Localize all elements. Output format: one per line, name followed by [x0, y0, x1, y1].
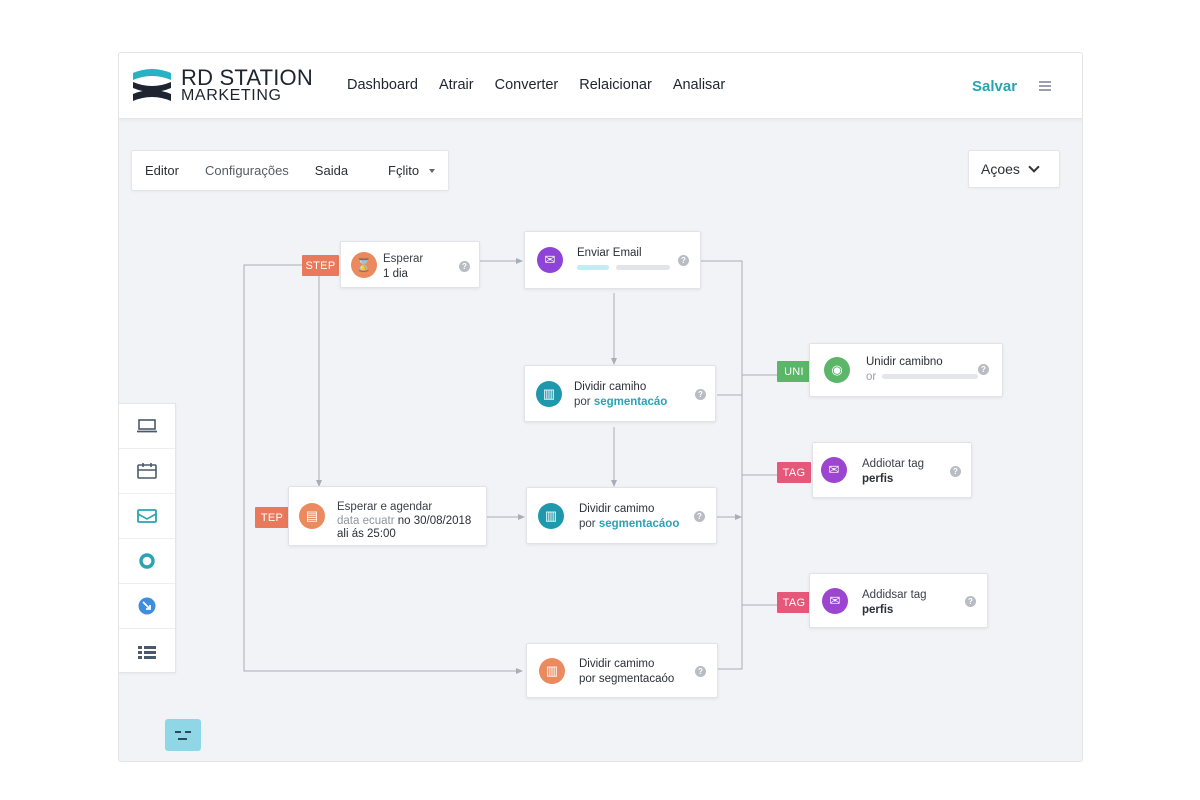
tool-grid[interactable]	[119, 629, 175, 674]
app-window: RD STATION MARKETING Dashboard Atrair Co…	[118, 52, 1083, 762]
node-split-2[interactable]: ▥ Dividir camimo por segmentacáoo ?	[526, 487, 717, 544]
help-icon[interactable]: ?	[678, 255, 689, 266]
tag2-line1: Addidsar tag	[862, 589, 927, 601]
help-icon[interactable]: ?	[950, 466, 961, 477]
book-icon: ▥	[538, 502, 564, 529]
split1-line2b: segmentacáo	[593, 396, 668, 408]
schedule-line2b: no 30/08/2018	[397, 515, 472, 527]
wait-title: Esperar	[383, 253, 424, 265]
help-icon[interactable]: ?	[695, 389, 706, 400]
node-add-tag-2[interactable]: ✉ Addidsar tag perfis ?	[809, 573, 988, 628]
wait-sub: 1 dia	[383, 268, 408, 280]
tag-badge: TAG	[777, 462, 811, 483]
join-sub: or	[866, 371, 979, 383]
tool-email[interactable]	[119, 494, 175, 539]
step-badge-2: TEP	[255, 507, 289, 528]
email-icon: ✉	[537, 247, 563, 273]
join-title: Unidir camibno	[866, 356, 943, 368]
join-sub-text: or	[866, 371, 877, 383]
node-wait[interactable]: ⌛ Esperar 1 dia ?	[340, 241, 480, 288]
node-add-tag-1[interactable]: ✉ Addiotar tag perfis ?	[812, 442, 972, 498]
schedule-line2: data ecuatr no 30/08/2018	[337, 515, 471, 527]
circle-icon	[139, 553, 155, 569]
split3-line1: Dividir camimo	[579, 658, 655, 670]
calendar-icon: ▤	[299, 503, 325, 529]
split2-line2a: por	[579, 518, 596, 530]
grid-icon	[138, 645, 156, 659]
help-icon[interactable]: ?	[694, 511, 705, 522]
help-icon[interactable]: ?	[695, 666, 706, 677]
email-icon: ✉	[822, 587, 848, 614]
tool-circle[interactable]	[119, 539, 175, 584]
email-icon: ✉	[821, 457, 847, 483]
uni-badge: UNI	[777, 361, 811, 382]
node-split-3[interactable]: ▥ Dividir camimo por segmentacaóo ?	[526, 643, 718, 698]
schedule-line1: Esperar e agendar	[337, 501, 433, 513]
tool-monitor[interactable]	[119, 404, 175, 449]
book-icon: ▥	[536, 380, 562, 407]
email-sub	[577, 262, 671, 274]
node-schedule[interactable]: ▤ Esperar e agendar data ecuatr no 30/08…	[288, 486, 487, 546]
email-icon	[137, 509, 157, 523]
toolbox	[119, 403, 176, 673]
tool-calendar[interactable]	[119, 449, 175, 494]
split1-line2a: por	[574, 396, 591, 408]
schedule-line2a: data ecuatr	[337, 515, 395, 527]
split3-line2: por segmentacaóo	[579, 673, 675, 685]
split1-line2: por segmentacáo	[574, 396, 667, 408]
tag2-line2: perfis	[862, 604, 894, 616]
tag-badge-2: TAG	[777, 592, 811, 613]
clock-icon: ⌛	[351, 251, 377, 278]
camera-icon: ◉	[824, 357, 850, 383]
split2-line2b: segmentacáoo	[598, 518, 680, 530]
tool-arrow[interactable]	[119, 584, 175, 629]
tag1-line1: Addiotar tag	[862, 458, 925, 470]
node-send-email[interactable]: ✉ Enviar Email ?	[524, 231, 701, 289]
book-icon: ▥	[539, 657, 565, 684]
step-badge: STEP	[302, 255, 339, 276]
schedule-line3: ali ás 25:00	[337, 528, 396, 540]
tag1-line2: perfis	[862, 473, 894, 485]
help-icon[interactable]: ?	[965, 596, 976, 607]
chat-bot-icon[interactable]	[165, 719, 201, 751]
calendar-icon	[137, 463, 157, 479]
split2-line1: Dividir camimo	[579, 503, 655, 515]
arrow-icon	[138, 597, 156, 615]
split2-line2: por segmentacáoo	[579, 518, 679, 530]
monitor-icon	[137, 419, 157, 433]
node-join[interactable]: ◉ Unidir camibno or ?	[809, 343, 1003, 397]
email-title: Enviar Email	[577, 247, 642, 259]
help-icon[interactable]: ?	[978, 364, 989, 375]
node-split-1[interactable]: ▥ Dividir camiho por segmentacáo ?	[524, 365, 716, 422]
split1-line1: Dividir camiho	[574, 381, 647, 393]
help-icon[interactable]: ?	[459, 261, 470, 272]
